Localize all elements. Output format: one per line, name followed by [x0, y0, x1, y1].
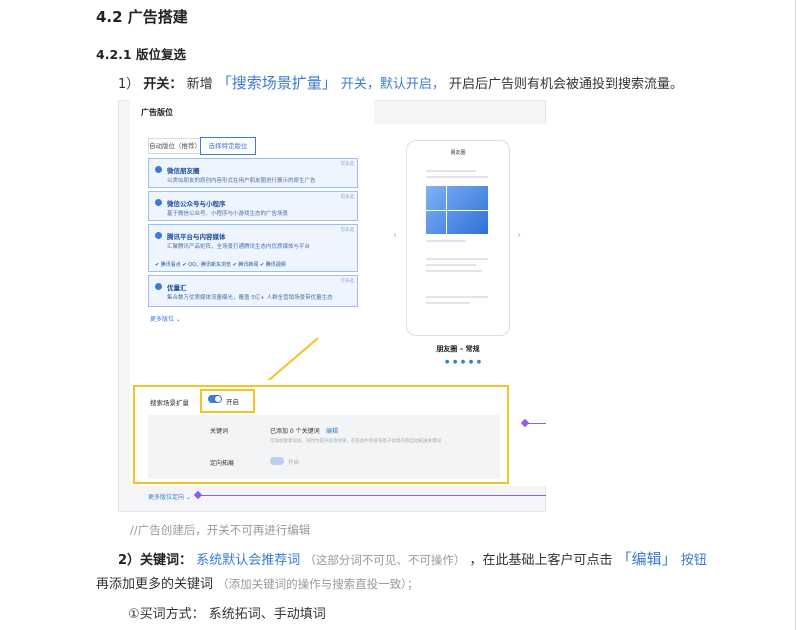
text-post: 开启后广告则有机会被通投到搜索流量。: [449, 77, 684, 92]
chevron-left-icon[interactable]: ‹: [393, 230, 397, 241]
tab-auto-placement[interactable]: 自动版位（推荐）: [148, 138, 202, 154]
paragraph-switch: 1） 开关： 新增 「搜索场景扩量」 开关，默认开启， 开启后广告则有机会被通投…: [118, 72, 683, 93]
page-right-border: [795, 0, 796, 630]
placement-card-tencent-media[interactable]: 腾讯平台与内容媒体 汇聚腾讯产品矩阵，全场景打通腾讯生态内优质媒体与平台 可多选…: [148, 224, 358, 272]
placeholder-line: [426, 270, 482, 272]
purple-connector-line: [198, 495, 546, 496]
card-title: 微信朋友圈: [167, 167, 200, 175]
targeting-expansion-toggle[interactable]: [270, 457, 284, 465]
highlight-recommend: 系统默认会推荐词: [196, 553, 301, 568]
keyword-note: 可添加搜索词语，同时为提升投放效果，在投放中系统将基于创意内容自动拓展关键词: [270, 439, 441, 444]
placement-card-youlianghui[interactable]: 优量汇 集合数万优质媒体流量曝光，覆盖 5亿+ 人群全营销场景带优量生态 可多选: [148, 275, 358, 307]
phone-header: 朋友圈: [450, 150, 466, 156]
placement-card-moments[interactable]: 微信朋友圈 以类似朋友的原创内容形式在用户朋友圈进行展示的原生广告 可多选: [148, 158, 358, 188]
toggle-label: 开启: [226, 398, 239, 406]
card-tag: 可多选: [340, 228, 355, 233]
note-gray: （添加关键词的操作与搜索直投一致）；: [217, 577, 419, 591]
highlight-switch-name: 「搜索场景扩量」: [216, 74, 337, 92]
search-expansion-label: 搜索场景扩量: [150, 399, 189, 407]
placeholder-line: [426, 264, 476, 266]
paragraph-keywords-cont: 再添加更多的关键词 （添加关键词的操作与搜索直投一致）；: [96, 573, 418, 592]
card-desc: 基于微信公众号、小程序与小游戏生态的广告场景: [167, 211, 289, 217]
targeting-toggle-label: 开启: [288, 460, 300, 466]
card-desc: 以类似朋友的原创内容形式在用户朋友圈进行展示的原生广告: [167, 178, 316, 184]
highlight-box: [133, 385, 509, 484]
text-mid: ，在此基础上客户可点击: [469, 553, 613, 568]
subsection-heading: 4.2.1 版位复选: [96, 47, 186, 62]
paragraph-keywords: 2）关键词： 系统默认会推荐词 （这部分词不可见、不可操作） ，在此基础上客户可…: [118, 548, 707, 569]
placeholder-line: [426, 176, 488, 178]
card-title: 腾讯平台与内容媒体: [167, 233, 226, 241]
phone-caption: 朋友圈 – 常规: [436, 345, 480, 353]
placeholder-line: [426, 170, 476, 172]
check-icon: [155, 199, 162, 206]
text-post: 系统拓词、手动填词: [208, 607, 326, 622]
highlight-default-on: 开关，默认开启，: [340, 77, 445, 92]
card-desc: 汇聚腾讯产品矩阵，全场景打通腾讯生态内优质媒体与平台: [167, 244, 311, 250]
targeting-expansion-label: 定向拓展: [210, 460, 235, 467]
text-pre: 再添加更多的关键词: [96, 577, 214, 592]
note-gray: （这部分词不可见、不可操作）: [304, 553, 466, 567]
highlight-button: 按钮: [680, 553, 707, 568]
more-targeting-link[interactable]: 更多版位定向 ⌄: [148, 492, 191, 501]
placement-card-official-account[interactable]: 微信公众号与小程序 基于微信公众号、小程序与小游戏生态的广告场景 可多选: [148, 191, 358, 221]
card-tag: 可多选: [340, 162, 355, 167]
keyword-count: 已添加 0 个关键词: [270, 428, 320, 435]
card-tag: 可多选: [340, 195, 355, 200]
list-number: 1）: [118, 77, 140, 92]
placeholder-line: [426, 296, 488, 298]
placeholder-line: [426, 302, 470, 304]
term-label: 开关：: [143, 77, 183, 92]
section-heading: 4.2 广告搭建: [96, 8, 188, 26]
chevron-right-icon[interactable]: ›: [517, 230, 521, 241]
text-pre: ①买词方式：: [128, 607, 205, 622]
check-icon: [155, 232, 162, 239]
term-label: 2）关键词：: [118, 553, 193, 568]
search-expansion-toggle[interactable]: [208, 395, 222, 403]
check-icon: [155, 283, 162, 290]
image-caption: //广告创建后，开关不可再进行编辑: [130, 523, 311, 537]
card-desc: 集合数万优质媒体流量曝光，覆盖 5亿+ 人群全营销场景带优量生态: [167, 295, 333, 301]
tab-select-placement[interactable]: 选择特定版位: [200, 137, 256, 155]
card-title: 微信公众号与小程序: [167, 200, 226, 208]
paragraph-buy-method: ①买词方式： 系统拓词、手动填词: [128, 603, 326, 622]
text-pre: 新增: [186, 77, 213, 92]
placeholder-line: [426, 240, 466, 242]
highlight-edit: 「编辑」: [616, 550, 677, 568]
check-icon: [155, 166, 162, 173]
keyword-label: 关键词: [210, 428, 229, 435]
card-tag: 可多选: [340, 279, 355, 284]
panel-title: 广告版位: [141, 108, 173, 117]
placeholder-line: [426, 258, 488, 260]
carousel-dots[interactable]: ● ● ● ● ●: [445, 359, 482, 365]
card-title: 优量汇: [167, 284, 187, 292]
card-sub-items[interactable]: ✔ 腾讯看点 ✔ QQ、腾讯新东浏览 ✔ 腾讯新闻 ✔ 腾讯视频: [155, 261, 286, 268]
more-placements-link[interactable]: 更多版位 ⌄: [150, 314, 181, 323]
ad-image-grid: [426, 186, 488, 234]
keyword-edit-link[interactable]: 编辑: [326, 426, 338, 435]
